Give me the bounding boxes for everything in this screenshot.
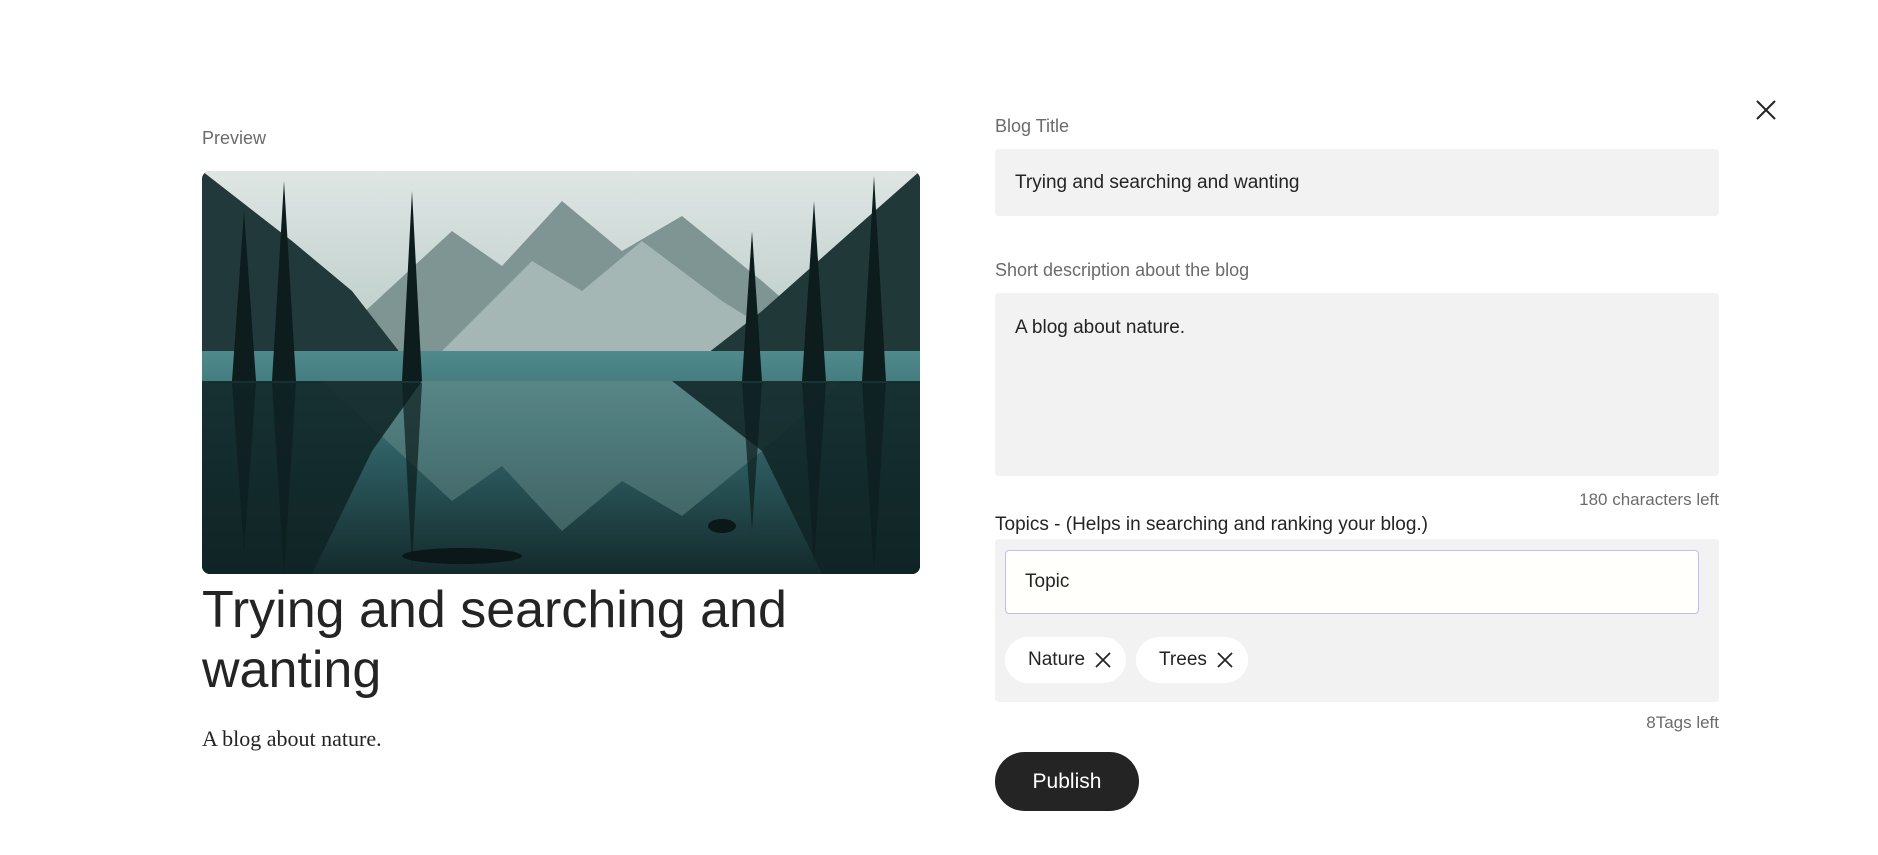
topic-input[interactable] xyxy=(1005,550,1699,614)
topics-label: Topics - (Helps in searching and ranking… xyxy=(995,514,1428,535)
close-icon xyxy=(1217,652,1233,668)
preview-description: A blog about nature. xyxy=(202,726,382,751)
description-textarea[interactable]: A blog about nature. xyxy=(995,293,1719,476)
tag-chip: Nature xyxy=(1005,637,1127,683)
close-icon xyxy=(1095,652,1111,668)
tag-remove-button[interactable] xyxy=(1091,648,1115,672)
blog-title-input[interactable] xyxy=(995,149,1719,216)
tag-chip: Trees xyxy=(1136,637,1248,683)
blog-title-label: Blog Title xyxy=(995,116,1070,136)
description-counter: 180 characters left xyxy=(1579,490,1719,509)
preview-title: Trying and searching and wanting xyxy=(202,581,787,699)
publish-button[interactable]: Publish xyxy=(995,752,1139,811)
preview-image xyxy=(202,171,920,574)
topics-box: Nature Trees xyxy=(995,539,1719,702)
close-icon xyxy=(1756,100,1776,120)
description-label: Short description about the blog xyxy=(995,260,1250,280)
tag-label: Nature xyxy=(1028,649,1086,670)
preview-label: Preview xyxy=(202,128,267,148)
tag-label: Trees xyxy=(1159,649,1207,670)
close-button[interactable] xyxy=(1753,97,1779,123)
tags-counter: 8Tags left xyxy=(1646,713,1719,732)
tag-list: Nature Trees xyxy=(1005,637,1248,683)
tag-remove-button[interactable] xyxy=(1213,648,1237,672)
